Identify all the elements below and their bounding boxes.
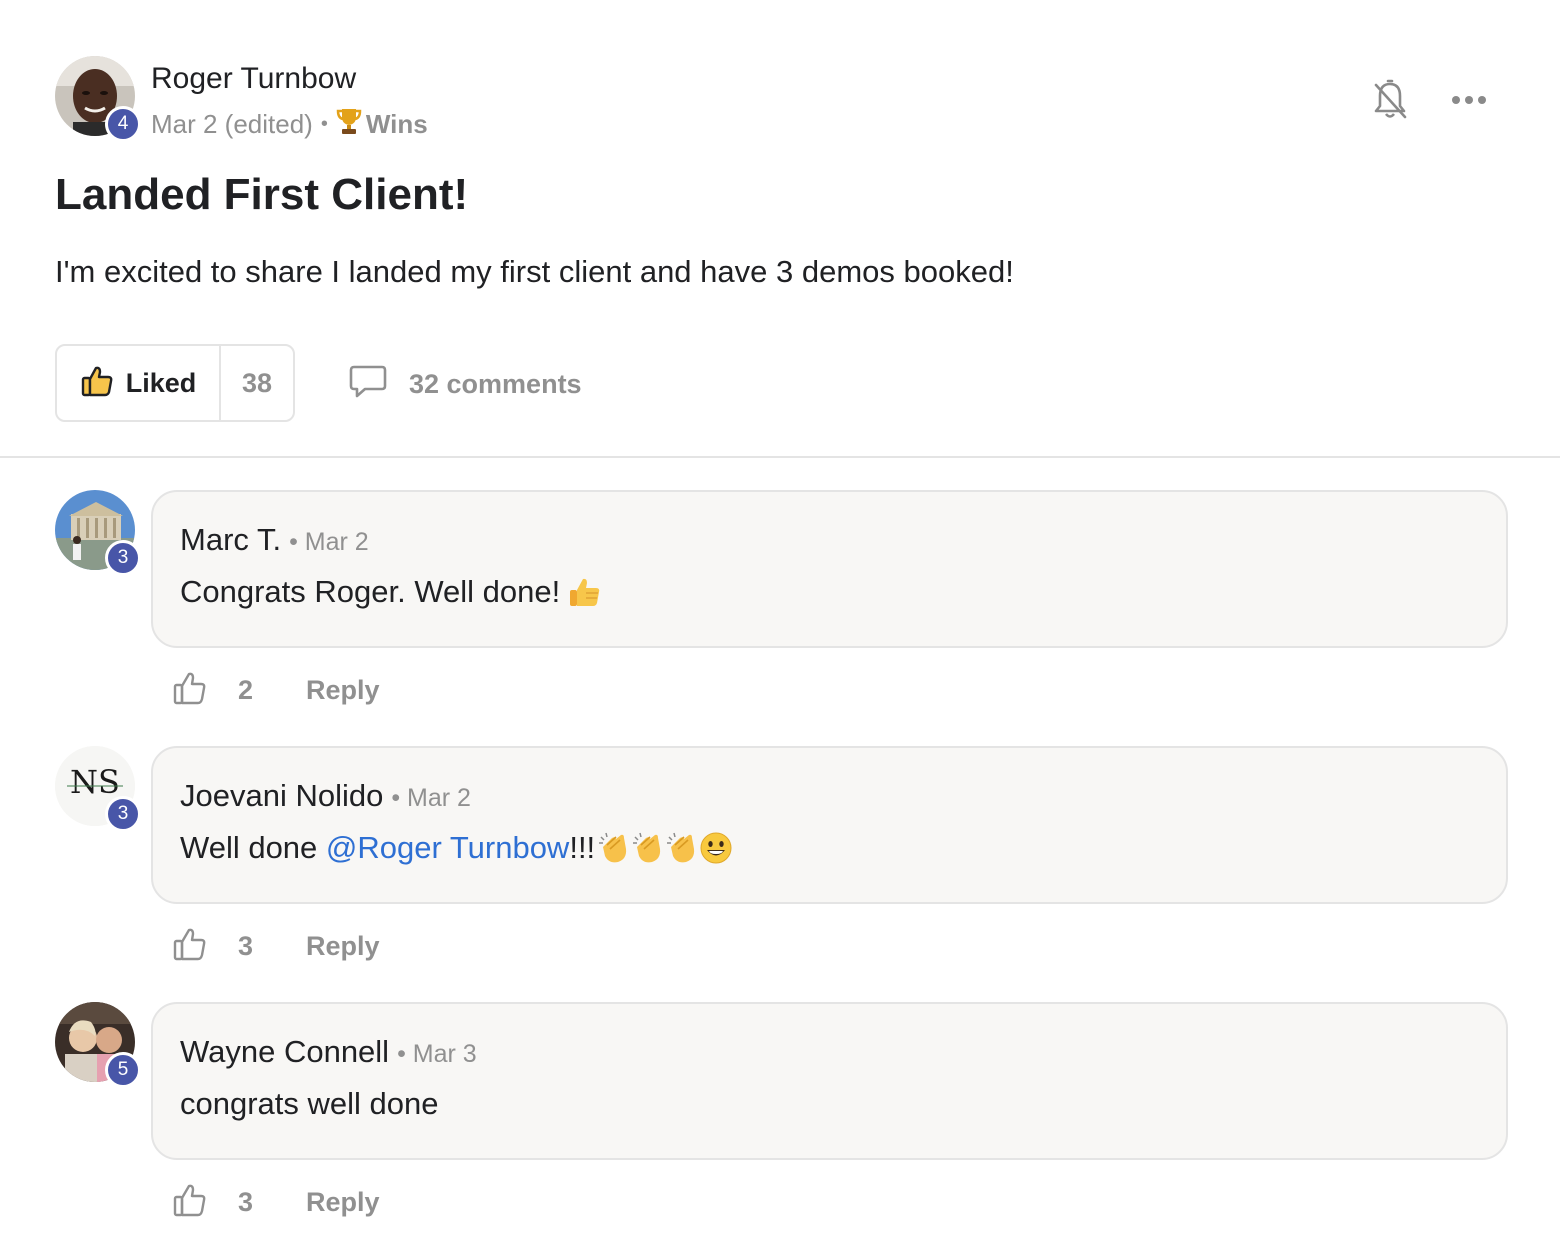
reply-button[interactable]: Reply	[306, 931, 380, 962]
comment-text: Congrats Roger. Well done!	[180, 574, 561, 609]
trophy-icon	[336, 107, 362, 142]
comment-like-button[interactable]	[172, 670, 208, 711]
comment-bubble-icon	[349, 364, 387, 405]
comment-bubble: Joevani Nolido • Mar 2 Well done @Roger …	[151, 746, 1508, 904]
category-label: Wins	[365, 109, 428, 139]
post-date: Mar 2 (edited)	[151, 109, 313, 139]
comment-bubble: Wayne Connell • Mar 3 congrats well done	[151, 1002, 1508, 1160]
bell-off-icon[interactable]	[1368, 76, 1412, 124]
comment-actions: 3 Reply	[172, 1182, 380, 1223]
post-category[interactable]: Wins	[336, 107, 428, 142]
comment-text-row: Well done @Roger Turnbow !!!	[180, 830, 733, 866]
commenter-level-badge: 3	[105, 796, 141, 832]
avatar-logo-text: NS	[70, 763, 120, 801]
comment-date: • Mar 2	[289, 528, 369, 556]
thumbs-up-filled-icon	[80, 364, 114, 403]
comment-like-button[interactable]	[172, 1182, 208, 1223]
comment-like-count: 3	[238, 1187, 254, 1217]
comment-like-count: 2	[238, 675, 254, 705]
thumbs-up-outline-icon	[172, 926, 208, 967]
like-group: Liked 38	[55, 344, 295, 422]
post-meta: Mar 2 (edited) • Wins	[151, 107, 428, 142]
thumbs-up-outline-icon	[172, 1182, 208, 1223]
author-level-badge: 4	[105, 106, 141, 142]
comment-text-after: !!!	[569, 830, 596, 865]
comment-text: congrats well done	[180, 1086, 439, 1121]
reply-button[interactable]: Reply	[306, 675, 380, 706]
post-body: I'm excited to share I landed my first c…	[55, 254, 1014, 289]
clapping-hands-emoji	[665, 831, 699, 865]
comment-text-before: Well done	[180, 830, 326, 865]
comment-text-row: Congrats Roger. Well done!	[180, 574, 602, 610]
comment-like-count: 3	[238, 931, 254, 961]
user-mention-link[interactable]: @Roger Turnbow	[326, 830, 569, 866]
section-divider	[0, 456, 1560, 458]
clapping-hands-emoji	[597, 831, 631, 865]
meta-separator: •	[320, 113, 328, 135]
author-name[interactable]: Roger Turnbow	[151, 62, 356, 96]
reply-button[interactable]: Reply	[306, 1187, 380, 1218]
commenter-name[interactable]: Marc T.	[180, 522, 281, 558]
commenter-name[interactable]: Joevani Nolido	[180, 778, 383, 814]
commenter-level-badge: 5	[105, 1052, 141, 1088]
like-button[interactable]: Liked	[57, 346, 219, 420]
comments-link[interactable]: 32 comments	[349, 364, 582, 405]
comment-date: • Mar 3	[397, 1040, 477, 1068]
comment-like-button[interactable]	[172, 926, 208, 967]
thumbs-up-emoji	[568, 575, 602, 609]
like-count[interactable]: 38	[219, 346, 293, 420]
comment-actions: 3 Reply	[172, 926, 380, 967]
comment-actions: 2 Reply	[172, 670, 380, 711]
commenter-name[interactable]: Wayne Connell	[180, 1034, 389, 1070]
clapping-hands-emoji	[631, 831, 665, 865]
more-options-icon[interactable]	[1446, 86, 1492, 114]
like-label: Liked	[125, 367, 197, 398]
comments-count-label: 32 comments	[409, 369, 582, 399]
comment-date: • Mar 2	[391, 784, 471, 812]
comment-bubble: Marc T. • Mar 2 Congrats Roger. Well don…	[151, 490, 1508, 648]
commenter-level-badge: 3	[105, 540, 141, 576]
grinning-face-emoji	[699, 831, 733, 865]
comment-text-row: congrats well done	[180, 1086, 439, 1122]
post-title: Landed First Client!	[55, 170, 469, 219]
thumbs-up-outline-icon	[172, 670, 208, 711]
